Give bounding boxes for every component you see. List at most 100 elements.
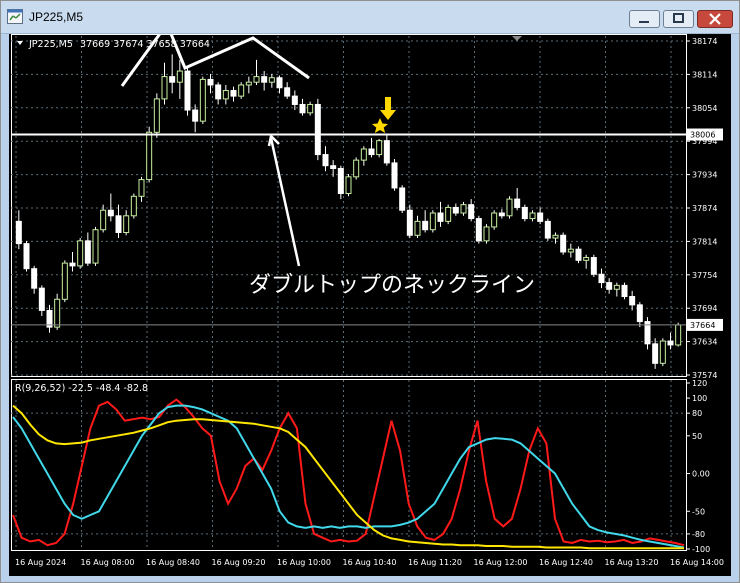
rsi-series-line-2 — [12, 404, 685, 549]
close-icon — [709, 13, 721, 25]
candle-bull — [583, 257, 590, 261]
candle-bull — [353, 159, 360, 178]
price-axis: 3817438114380543799437934378743781437754… — [686, 37, 723, 554]
candle-bear — [38, 287, 45, 311]
candle-bull — [153, 98, 160, 133]
price-panel — [11, 54, 686, 369]
price-tick-label: 37814 — [692, 237, 717, 246]
price-tick-label: 38054 — [692, 104, 717, 113]
candle-bear — [399, 187, 406, 211]
time-tick-label: 16 Aug 12:00 — [474, 558, 528, 567]
candle-bear — [544, 220, 551, 239]
shift-marker-icon[interactable] — [512, 36, 522, 41]
rsi-tick-label: 0.00 — [692, 470, 710, 479]
rsi-tick-label: 50 — [692, 432, 702, 441]
candle-bull — [253, 76, 260, 83]
candle-bear — [537, 212, 544, 222]
candle-bear — [437, 212, 444, 222]
candle-bear — [184, 70, 191, 111]
restore-icon — [673, 13, 684, 23]
price-tick-label: 37694 — [692, 304, 717, 313]
rsi-series-line-1 — [12, 398, 685, 547]
candle-bear — [406, 209, 413, 236]
maximize-button[interactable] — [663, 10, 694, 28]
candle-bull — [54, 298, 61, 328]
annotation-layer — [120, 20, 522, 267]
rsi-panel — [11, 398, 686, 550]
time-tick-label: 16 Aug 10:40 — [343, 558, 397, 567]
price-header: JP225,M5 37669 37674 37658 37664 — [17, 39, 210, 50]
candle-bull — [360, 148, 367, 161]
candle-bear — [284, 87, 291, 97]
candle-bear — [69, 262, 76, 267]
candle-bull — [146, 131, 153, 181]
candle-bull — [529, 212, 536, 220]
candle-bear — [621, 284, 628, 298]
symbol-label: JP225,M5 — [28, 39, 73, 50]
neckline-price-label: 38006 — [690, 131, 715, 140]
candle-bull — [552, 234, 559, 239]
chart-canvas[interactable]: 16 Aug 2024 16 Aug 08:00 16 Aug 08:40 16 Au… — [9, 20, 731, 576]
rsi-tick-label: -80 — [692, 530, 705, 539]
price-tick-label: 37934 — [692, 171, 717, 180]
candle-bull — [130, 195, 137, 217]
time-tick-label: 16 Aug 12:40 — [539, 558, 593, 567]
chart-window: JP225,M5 16 Aug 2024 16 Aug 08:00 16 Aug 0… — [0, 0, 740, 583]
candle-bull — [567, 248, 574, 253]
title-bar[interactable]: JP225,M5 — [1, 1, 739, 34]
time-tick-label: 16 Aug 09:20 — [212, 558, 266, 567]
candle-bear — [452, 206, 459, 214]
candle-bear — [652, 343, 659, 364]
current-price-label: 37664 — [690, 321, 715, 330]
candle-bear — [391, 162, 398, 189]
candle-bear — [23, 243, 30, 270]
candle-bear — [299, 103, 306, 114]
candle-bull — [100, 209, 107, 231]
close-button[interactable] — [697, 10, 733, 28]
candle-bear — [422, 220, 429, 231]
candle-bull — [222, 90, 229, 100]
candle-bear — [590, 257, 597, 275]
chart-grid: 16 Aug 2024 16 Aug 08:00 16 Aug 08:40 16 Au… — [11, 34, 724, 567]
candle-bull — [345, 176, 352, 195]
candle-bear — [606, 282, 613, 290]
star-icon — [372, 118, 388, 133]
window-title: JP225,M5 — [29, 10, 84, 24]
candle-bull — [199, 78, 206, 122]
candle-bear — [383, 140, 390, 164]
time-tick-label: 16 Aug 08:40 — [146, 558, 200, 567]
candle-bull — [238, 84, 245, 97]
candle-bull — [77, 240, 84, 267]
candle-bull — [460, 204, 467, 214]
minimize-button[interactable] — [629, 10, 660, 28]
candle-bull — [445, 206, 452, 222]
candle-bear — [514, 198, 521, 208]
candle-bear — [498, 212, 505, 217]
chart-area[interactable]: 16 Aug 2024 16 Aug 08:00 16 Aug 08:40 16 Au… — [9, 20, 731, 576]
candle-bear — [598, 273, 605, 284]
candle-bear — [169, 76, 176, 83]
candle-bear — [291, 95, 298, 105]
rsi-tick-label: -50 — [692, 507, 705, 516]
rsi-tick-label: 80 — [692, 409, 702, 418]
candle-bull — [376, 140, 383, 156]
indicator-label: R(9,26,52) -22.5 -48.4 -82.8 — [15, 383, 148, 394]
sell-arrow-icon — [380, 97, 396, 120]
minimize-icon — [639, 21, 649, 23]
candle-bull — [675, 324, 682, 346]
ohlc-readout: 37669 37674 37658 37664 — [80, 39, 210, 50]
candle-bull — [613, 284, 620, 290]
candle-bull — [307, 103, 314, 114]
rsi-tick-label: 100 — [692, 394, 707, 403]
candle-bear — [261, 76, 268, 83]
candle-bear — [15, 220, 22, 245]
price-tick-label: 38174 — [692, 37, 717, 46]
candle-bear — [31, 268, 38, 289]
candle-bear — [629, 296, 636, 306]
candle-bear — [276, 77, 283, 89]
candle-bull — [491, 212, 498, 228]
candle-bear — [521, 206, 528, 220]
candle-bear — [468, 204, 475, 220]
time-tick-label: 16 Aug 13:20 — [605, 558, 659, 567]
collapse-triangle-icon[interactable] — [17, 41, 23, 45]
